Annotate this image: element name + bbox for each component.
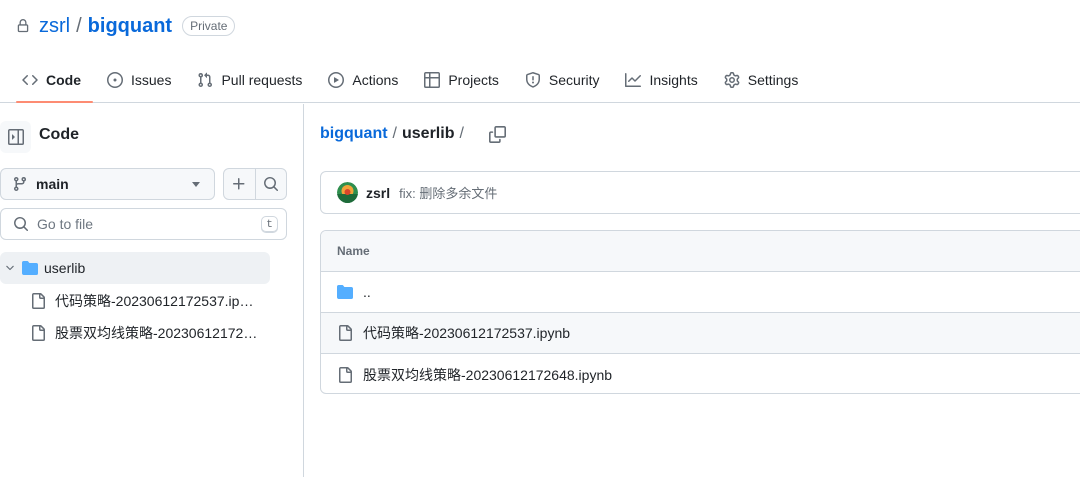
breadcrumb: bigquant / userlib / <box>320 125 506 143</box>
add-file-button[interactable] <box>224 169 255 199</box>
file-list-header: Name <box>321 231 1080 272</box>
file-icon <box>339 325 352 341</box>
go-to-file-field[interactable]: t <box>0 208 287 240</box>
tab-issues[interactable]: Issues <box>93 60 183 100</box>
branch-icon <box>13 177 26 192</box>
tab-code[interactable]: Code <box>8 60 93 103</box>
search-code-button[interactable] <box>254 169 286 199</box>
search-icon <box>14 217 29 232</box>
sidebar-title: Code <box>39 126 79 143</box>
repo-header: zsrl / bigquant Private Code Issues Pull… <box>0 0 1080 103</box>
play-icon <box>328 72 345 88</box>
tab-security-label: Security <box>548 72 600 88</box>
pull-request-icon <box>198 72 213 88</box>
gear-icon <box>724 72 740 88</box>
breadcrumb-separator: / <box>392 125 397 142</box>
commit-message[interactable]: fix: 删除多余文件 <box>399 183 497 202</box>
collapse-sidebar-button[interactable] <box>0 121 31 153</box>
shortcut-hint: t <box>261 216 278 233</box>
tree-file-item[interactable]: 股票双均线策略-202306121726... <box>30 318 270 348</box>
table-row[interactable]: 股票双均线策略-20230612172648.ipynb <box>321 354 1080 393</box>
tree-folder-userlib[interactable]: userlib <box>0 252 270 284</box>
file-list-table: Name .. 代码策略-20230612172537.ipynb 股票双均线策… <box>320 230 1080 394</box>
tab-pull-requests[interactable]: Pull requests <box>183 60 314 100</box>
shield-icon <box>525 72 540 88</box>
tab-projects[interactable]: Projects <box>410 60 511 100</box>
file-name-link[interactable]: 代码策略-20230612172537.ipynb <box>363 323 570 343</box>
copy-icon[interactable] <box>488 125 506 143</box>
tab-settings-label: Settings <box>747 72 799 88</box>
avatar[interactable] <box>337 182 358 203</box>
folder-icon <box>22 261 38 275</box>
go-to-file-input[interactable] <box>37 216 237 232</box>
tab-actions[interactable]: Actions <box>314 60 410 100</box>
file-name-link[interactable]: 股票双均线策略-20230612172648.ipynb <box>363 365 612 385</box>
plus-icon <box>233 178 245 190</box>
tab-settings[interactable]: Settings <box>710 60 811 100</box>
tree-folder-label: userlib <box>44 260 86 276</box>
repo-nav: Code Issues Pull requests Actions Projec… <box>8 60 811 103</box>
tab-security[interactable]: Security <box>511 60 612 100</box>
name-column-header: Name <box>337 244 370 258</box>
code-icon <box>22 75 38 85</box>
latest-commit-bar: zsrl fix: 删除多余文件 <box>320 171 1080 214</box>
lock-icon <box>17 19 29 33</box>
visibility-badge: Private <box>182 16 236 36</box>
file-icon <box>32 325 45 341</box>
tab-pull-requests-label: Pull requests <box>221 72 303 88</box>
branch-name: main <box>36 176 69 192</box>
tab-code-label: Code <box>46 72 81 88</box>
breadcrumb-separator: / <box>459 125 464 142</box>
tab-projects-label: Projects <box>448 72 499 88</box>
chevron-down-icon <box>192 182 200 187</box>
parent-directory-row[interactable]: .. <box>321 272 1080 313</box>
repo-name-link[interactable]: bigquant <box>88 15 172 38</box>
file-icon <box>339 366 352 383</box>
graph-icon <box>625 73 642 87</box>
parent-directory-link[interactable]: .. <box>363 284 371 300</box>
breadcrumb-repo-link[interactable]: bigquant <box>320 125 388 143</box>
folder-icon <box>337 285 353 299</box>
breadcrumb-current-folder: userlib <box>402 125 455 142</box>
repo-title-separator: / <box>76 14 82 37</box>
tab-actions-label: Actions <box>352 72 399 88</box>
sidebar-actions <box>223 168 287 200</box>
sidebar-collapse-icon <box>7 129 24 145</box>
repo-title: zsrl / bigquant Private <box>16 13 236 39</box>
tree-file-label: 代码策略-20230612172537.ipynb <box>55 293 260 309</box>
file-tree-sidebar: Code main t userlib 代码策略-20230612172537.… <box>0 104 304 477</box>
search-icon <box>263 177 279 192</box>
tab-issues-label: Issues <box>131 72 172 88</box>
file-icon <box>32 293 45 309</box>
issue-icon <box>107 72 123 88</box>
table-icon <box>424 72 441 88</box>
chevron-down-icon[interactable] <box>4 262 16 274</box>
tab-insights-label: Insights <box>649 72 698 88</box>
table-row[interactable]: 代码策略-20230612172537.ipynb <box>321 313 1080 354</box>
branch-selector[interactable]: main <box>0 168 215 200</box>
commit-author[interactable]: zsrl <box>366 185 390 201</box>
repo-owner-link[interactable]: zsrl <box>39 15 70 38</box>
tree-file-label: 股票双均线策略-202306121726... <box>55 325 260 341</box>
main-content: bigquant / userlib / zsrl fix: 删除多余文件 Na… <box>320 104 1080 477</box>
tab-insights[interactable]: Insights <box>611 60 709 100</box>
tree-file-item[interactable]: 代码策略-20230612172537.ipynb <box>30 286 270 316</box>
